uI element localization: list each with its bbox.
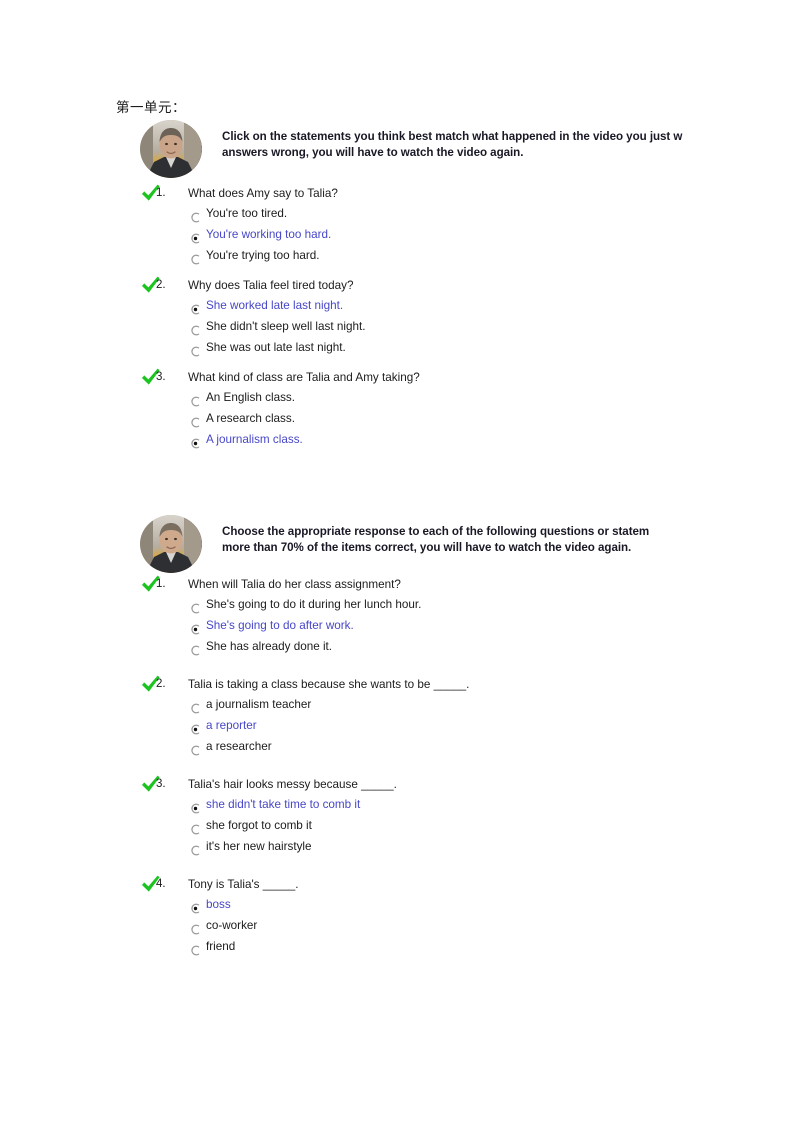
radio-button-selected-icon[interactable] xyxy=(190,302,201,315)
question-text: Talia is taking a class because she want… xyxy=(188,678,470,691)
question-text: What kind of class are Talia and Amy tak… xyxy=(188,371,420,384)
radio-button-icon[interactable] xyxy=(190,601,201,614)
answer-option-label[interactable]: a researcher xyxy=(206,740,272,753)
section-instructions: Choose the appropriate response to each … xyxy=(222,524,767,556)
question-number: 1. xyxy=(156,578,166,590)
radio-button-icon[interactable] xyxy=(190,822,201,835)
radio-button-icon[interactable] xyxy=(190,344,201,357)
answer-option-label[interactable]: boss xyxy=(206,898,231,911)
question-number: 2. xyxy=(156,279,166,291)
radio-button-icon[interactable] xyxy=(190,394,201,407)
answer-option-label[interactable]: You're too tired. xyxy=(206,207,287,220)
instruction-line: Choose the appropriate response to each … xyxy=(222,525,650,538)
instruction-line: answers wrong, you will have to watch th… xyxy=(222,146,524,159)
radio-button-selected-icon[interactable] xyxy=(190,722,201,735)
question-text: Tony is Talia's _____. xyxy=(188,878,299,891)
question-number: 4. xyxy=(156,878,166,890)
radio-button-icon[interactable] xyxy=(190,943,201,956)
question-number: 3. xyxy=(156,371,166,383)
answer-option-label[interactable]: a reporter xyxy=(206,719,257,732)
answer-option-label[interactable]: a journalism teacher xyxy=(206,698,311,711)
radio-button-icon[interactable] xyxy=(190,323,201,336)
answer-option-label[interactable]: She has already done it. xyxy=(206,640,332,653)
question-number: 1. xyxy=(156,187,166,199)
radio-button-selected-icon[interactable] xyxy=(190,231,201,244)
radio-button-icon[interactable] xyxy=(190,415,201,428)
answer-option-label[interactable]: A research class. xyxy=(206,412,295,425)
answer-option-label[interactable]: She worked late last night. xyxy=(206,299,343,312)
radio-button-icon[interactable] xyxy=(190,743,201,756)
radio-button-icon[interactable] xyxy=(190,922,201,935)
question-text: Why does Talia feel tired today? xyxy=(188,279,354,292)
instruction-line: Click on the statements you think best m… xyxy=(222,130,683,143)
radio-button-selected-icon[interactable] xyxy=(190,622,201,635)
radio-button-icon[interactable] xyxy=(190,701,201,714)
answer-option-label[interactable]: She's going to do after work. xyxy=(206,619,354,632)
section-intro: Choose the appropriate response to each … xyxy=(140,515,800,577)
quiz-section: Click on the statements you think best m… xyxy=(0,120,800,449)
unit-heading: 第一单元： xyxy=(116,100,186,116)
section-instructions: Click on the statements you think best m… xyxy=(222,129,767,161)
answer-option-label[interactable]: A journalism class. xyxy=(206,433,303,446)
section-intro: Click on the statements you think best m… xyxy=(140,120,800,182)
radio-button-selected-icon[interactable] xyxy=(190,801,201,814)
question-text: Talia's hair looks messy because _____. xyxy=(188,778,397,791)
answer-option-label[interactable]: You're trying too hard. xyxy=(206,249,320,262)
answer-option-label[interactable]: She's going to do it during her lunch ho… xyxy=(206,598,421,611)
answer-option-label[interactable]: friend xyxy=(206,940,235,953)
answer-option-label[interactable]: She was out late last night. xyxy=(206,341,346,354)
answer-option-label[interactable]: An English class. xyxy=(206,391,295,404)
radio-button-selected-icon[interactable] xyxy=(190,901,201,914)
radio-button-icon[interactable] xyxy=(190,643,201,656)
instructor-avatar-icon xyxy=(140,120,202,178)
radio-button-icon[interactable] xyxy=(190,252,201,265)
question-number: 2. xyxy=(156,678,166,690)
instructor-avatar-icon xyxy=(140,515,202,573)
answer-option-label[interactable]: she didn't take time to comb it xyxy=(206,798,360,811)
question-text: When will Talia do her class assignment? xyxy=(188,578,401,591)
answer-option-label[interactable]: She didn't sleep well last night. xyxy=(206,320,365,333)
quiz-page: 第一单元： Click on the statements you think … xyxy=(0,0,800,1132)
answer-option-label[interactable]: You're working too hard. xyxy=(206,228,331,241)
question-number: 3. xyxy=(156,778,166,790)
instruction-line: more than 70% of the items correct, you … xyxy=(222,541,632,554)
radio-button-icon[interactable] xyxy=(190,210,201,223)
answer-option-label[interactable]: co-worker xyxy=(206,919,257,932)
quiz-section: Choose the appropriate response to each … xyxy=(0,515,800,956)
answer-option-label[interactable]: it's her new hairstyle xyxy=(206,840,312,853)
radio-button-selected-icon[interactable] xyxy=(190,436,201,449)
question-text: What does Amy say to Talia? xyxy=(188,187,338,200)
answer-option-label[interactable]: she forgot to comb it xyxy=(206,819,312,832)
radio-button-icon[interactable] xyxy=(190,843,201,856)
